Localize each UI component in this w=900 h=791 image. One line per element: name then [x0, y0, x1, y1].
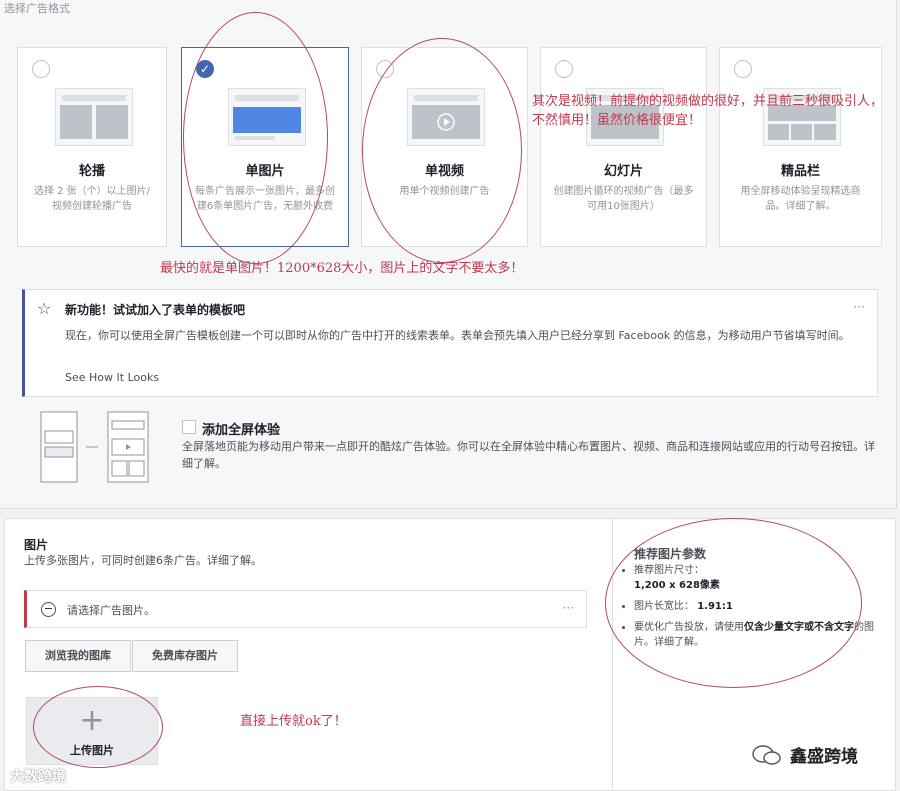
- minus-circle-icon: −: [41, 602, 56, 617]
- format-title: 精品栏: [780, 164, 820, 179]
- recommend-size: 推荐图片尺寸： 1,200 x 628像素: [634, 563, 884, 593]
- size-label: 推荐图片尺寸：: [634, 565, 704, 576]
- format-desc: 用单个视频创建广告: [399, 186, 490, 197]
- more-options-icon[interactable]: ···: [563, 601, 574, 615]
- radio-slideshow[interactable]: [555, 60, 573, 78]
- format-title: 单视频: [424, 164, 464, 179]
- checked-radio-icon[interactable]: ✓: [196, 60, 214, 78]
- upload-note: 直接上传就ok了！: [240, 714, 347, 729]
- alert-text: 请选择广告图片。: [67, 604, 155, 617]
- format-desc: 创建图片循环的视频广告（最多可用10张图片）: [553, 186, 694, 212]
- format-title: 轮播: [78, 164, 105, 179]
- format-card-single-image[interactable]: ✓ 单图片 每条广告展示一张图片，最多创建6条单图片广告，无额外收费: [181, 47, 349, 247]
- format-card-slideshow[interactable]: 幻灯片 创建图片循环的视频广告（最多可用10张图片）: [540, 47, 707, 247]
- plus-icon: +: [79, 703, 105, 738]
- format-desc: 用全屏移动体验呈现精选商品。详细了解。: [740, 186, 861, 212]
- ratio-label: 图片长宽比：: [634, 601, 694, 612]
- watermark-right: 鑫盛跨境: [790, 747, 858, 767]
- recommend-title: 推荐图片参数: [634, 547, 707, 561]
- notice-title: 新功能！试试加入了表单的模板吧: [65, 303, 246, 317]
- panel-divider: [612, 519, 613, 791]
- more-options-icon[interactable]: ···: [854, 300, 865, 314]
- star-icon: ☆: [37, 299, 52, 318]
- fullscreen-illustration-icon: [40, 411, 150, 483]
- notice-body: 现在，你可以使用全屏广告模板创建一个可以即时从你的广告中打开的线索表单。表单会预…: [65, 329, 850, 342]
- format-desc: 每条广告展示一张图片，最多创建6条单图片广告，无额外收费: [195, 186, 335, 212]
- images-title: 图片: [24, 538, 49, 552]
- browse-library-button[interactable]: 浏览我的图库: [25, 640, 131, 672]
- recommend-text-tip: 要优化广告投放，请使用仅含少量文字或不含文字的图片。详细了解。: [634, 620, 884, 650]
- single-image-preview-icon: [228, 88, 306, 146]
- recommend-ratio: 图片长宽比： 1.91:1: [634, 599, 884, 614]
- format-card-carousel[interactable]: 轮播 选择 2 张（个）以上图片/视频创建轮播广告: [17, 47, 167, 247]
- size-value: 1,200 x 628像素: [634, 580, 720, 591]
- fullscreen-checkbox[interactable]: [182, 420, 196, 434]
- section-label: 选择广告格式: [4, 2, 70, 15]
- video-preview-icon: [407, 88, 485, 146]
- ratio-value: 1.91:1: [697, 601, 733, 612]
- fullscreen-desc: 全屏落地页能为移动用户带来一点即开的酷炫广告体验。你可以在全屏体验中精心布置图片…: [182, 440, 875, 470]
- carousel-preview-icon: [55, 88, 133, 146]
- fullscreen-title: 添加全屏体验: [202, 423, 281, 438]
- text-tip-bold: 仅含少量文字或不含文字: [744, 622, 854, 633]
- radio-carousel[interactable]: [32, 60, 50, 78]
- format-title: 单图片: [245, 164, 285, 179]
- format-desc: 选择 2 张（个）以上图片/视频创建轮播广告: [33, 186, 151, 212]
- recommend-list: 推荐图片尺寸： 1,200 x 628像素 图片长宽比： 1.91:1 要优化广…: [622, 563, 884, 656]
- image-note: 最快的就是单图片！1200*628大小，图片上的文字不要太多！: [160, 261, 524, 276]
- upload-label: 上传图片: [70, 744, 114, 757]
- select-image-alert: − 请选择广告图片。 ···: [24, 590, 587, 628]
- text-tip-1: 要优化广告投放，请使用: [634, 622, 744, 633]
- upload-image-button[interactable]: + 上传图片: [26, 697, 158, 765]
- wechat-icon: [752, 744, 782, 766]
- radio-single-video[interactable]: [376, 60, 394, 78]
- format-title: 幻灯片: [603, 164, 643, 179]
- watermark-left: 大数跨境: [10, 769, 66, 785]
- see-how-it-looks-link[interactable]: See How It Looks: [65, 371, 159, 384]
- images-subtitle: 上传多张图片，可同时创建6条广告。详细了解。: [24, 554, 262, 567]
- radio-collection[interactable]: [734, 60, 752, 78]
- format-card-collection[interactable]: 精品栏 用全屏移动体验呈现精选商品。详细了解。: [719, 47, 882, 247]
- video-note: 其次是视频！前提你的视频做的很好，并且前三秒很吸引人，不然慎用！虽然价格很便宜！: [532, 94, 884, 128]
- free-stock-images-button[interactable]: 免费库存图片: [132, 640, 238, 672]
- new-feature-notice: ☆ 新功能！试试加入了表单的模板吧 ··· 现在，你可以使用全屏广告模板创建一个…: [22, 289, 878, 397]
- format-card-single-video[interactable]: 单视频 用单个视频创建广告: [361, 47, 528, 247]
